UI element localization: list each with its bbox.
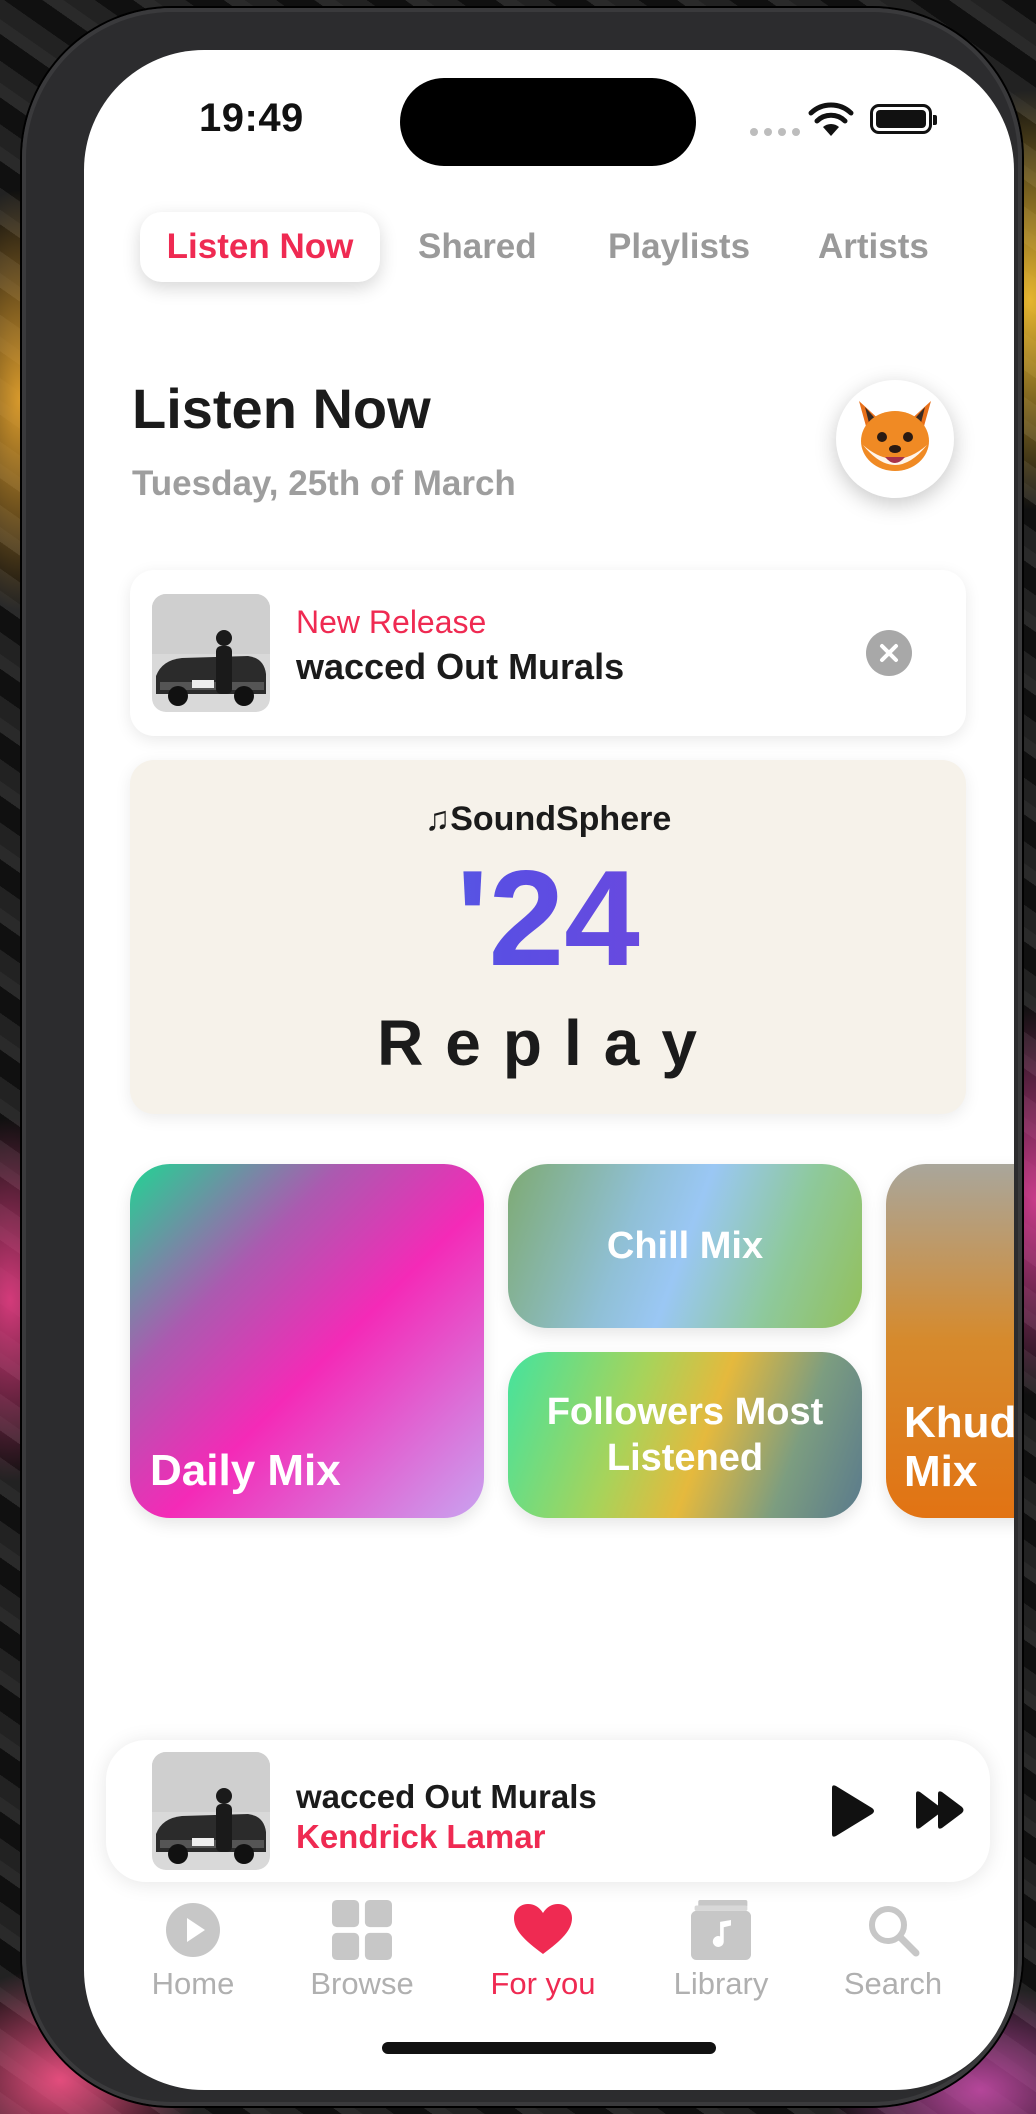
app-screen: 19:49 Listen Now Shared Playlists Artist…: [84, 50, 1014, 2090]
tabbar-for-you[interactable]: For you: [468, 1900, 618, 2002]
mix-chill[interactable]: Chill Mix: [508, 1164, 862, 1328]
fast-forward-icon[interactable]: [914, 1790, 966, 1830]
dynamic-island: [400, 78, 696, 166]
tabbar-label: Home: [151, 1966, 235, 2001]
play-icon[interactable]: [826, 1784, 876, 1838]
wifi-icon: [808, 102, 854, 136]
grid-icon: [332, 1900, 392, 1960]
new-release-card[interactable]: New Release wacced Out Murals: [130, 570, 966, 736]
mix-daily[interactable]: Daily Mix: [130, 1164, 484, 1518]
player-track-title: wacced Out Murals: [296, 1778, 597, 1815]
battery-icon: [870, 104, 937, 134]
signal-icon: [750, 128, 800, 136]
avatar[interactable]: [836, 380, 954, 498]
mini-player[interactable]: wacced Out Murals Kendrick Lamar: [106, 1740, 990, 1882]
fox-avatar-icon: [859, 401, 931, 471]
new-release-label: New Release: [296, 604, 487, 640]
tabbar-label: For you: [490, 1966, 596, 2001]
tabbar-label: Search: [843, 1966, 943, 2001]
album-art: [152, 594, 270, 712]
player-artist: Kendrick Lamar: [296, 1818, 546, 1855]
tab-shared[interactable]: Shared: [418, 212, 537, 282]
tabbar-label: Browse: [310, 1966, 414, 2001]
tabbar-library[interactable]: Library: [646, 1900, 796, 2002]
library-icon: [691, 1900, 751, 1960]
play-circle-icon: [163, 1900, 223, 1960]
mix-followers-most-listened[interactable]: Followers Most Listened: [508, 1352, 862, 1518]
mix-label: Daily Mix: [150, 1446, 341, 1495]
mix-khud[interactable]: Khud Mix: [886, 1164, 1014, 1518]
page-title: Listen Now: [132, 377, 431, 440]
page-date: Tuesday, 25th of March: [132, 464, 516, 503]
tabbar-label: Library: [673, 1966, 769, 2001]
search-icon: [863, 1900, 923, 1960]
close-icon[interactable]: [866, 630, 912, 676]
tabbar-browse[interactable]: Browse: [287, 1900, 437, 2002]
replay-year: '24: [130, 850, 966, 986]
tabbar-home[interactable]: Home: [118, 1900, 268, 2002]
replay-word: Replay: [377, 1007, 719, 1079]
replay-card[interactable]: ♫SoundSphere '24 Replay: [130, 760, 966, 1114]
home-indicator[interactable]: [382, 2042, 716, 2054]
tab-listen-now[interactable]: Listen Now: [140, 212, 380, 282]
tab-artists[interactable]: Artists: [818, 212, 929, 282]
replay-brand: ♫SoundSphere: [424, 800, 672, 838]
heart-icon: [513, 1900, 573, 1960]
mix-label: Khud Mix: [904, 1398, 1014, 1496]
new-release-title: wacced Out Murals: [296, 646, 625, 687]
tab-playlists[interactable]: Playlists: [608, 212, 750, 282]
phone-frame: 19:49 Listen Now Shared Playlists Artist…: [22, 8, 1022, 2106]
player-album-art: [152, 1752, 270, 1870]
tabbar-search[interactable]: Search: [818, 1900, 968, 2002]
status-time: 19:49: [199, 96, 304, 140]
mix-label: Followers Most Listened: [546, 1390, 824, 1479]
mix-label: Chill Mix: [606, 1224, 764, 1267]
